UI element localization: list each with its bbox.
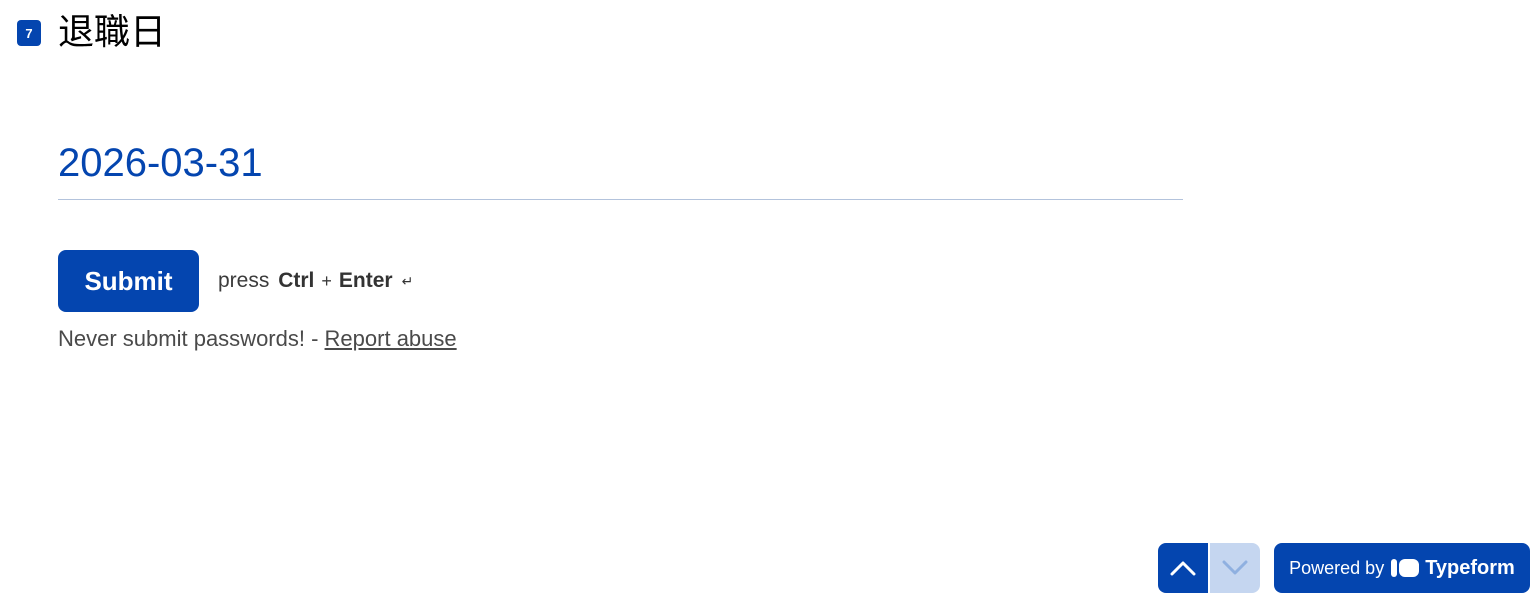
typeform-logo-icon: [1391, 558, 1420, 578]
typeform-brand-label: Typeform: [1425, 556, 1515, 579]
keyboard-hint: press Ctrl + Enter ↵: [218, 269, 413, 293]
submit-button[interactable]: Submit: [58, 250, 199, 312]
powered-by-typeform-badge[interactable]: Powered by Typeform: [1274, 543, 1530, 593]
question-number-badge: 7: [17, 20, 41, 46]
enter-icon: ↵: [401, 272, 414, 289]
chevron-up-icon: [1170, 561, 1196, 576]
date-field: [58, 135, 1183, 200]
question-title: 退職日: [58, 12, 167, 53]
question-header: 7 退職日: [17, 10, 166, 56]
hint-plus: +: [321, 270, 332, 291]
powered-by-label: Powered by: [1289, 557, 1385, 578]
previous-question-button[interactable]: [1158, 543, 1208, 593]
chevron-down-icon: [1222, 560, 1248, 575]
password-warning: Never submit passwords! - Report abuse: [58, 326, 457, 352]
next-question-button[interactable]: [1210, 543, 1260, 593]
warning-text: Never submit passwords! -: [58, 326, 319, 351]
date-input[interactable]: [58, 135, 1183, 191]
submit-row: Submit press Ctrl + Enter ↵: [58, 250, 413, 312]
hint-ctrl-key: Ctrl: [278, 269, 315, 292]
hint-press: press: [218, 269, 270, 292]
report-abuse-link[interactable]: Report abuse: [325, 326, 457, 351]
hint-enter-key: Enter: [338, 269, 393, 292]
typeform-page: 7 退職日 Submit press Ctrl + Enter ↵ Never …: [0, 0, 1537, 603]
